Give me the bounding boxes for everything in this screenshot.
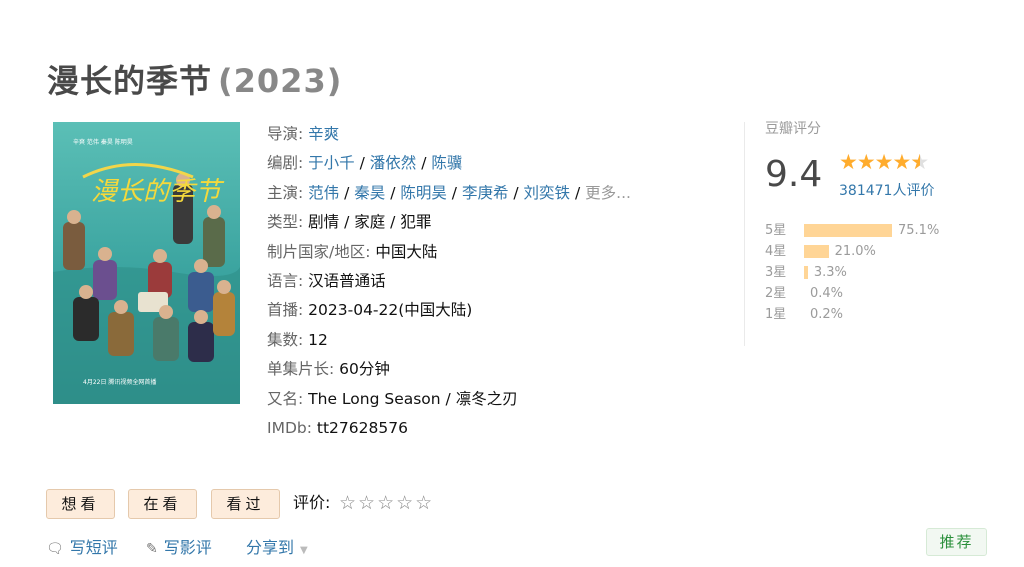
- imdb-value: tt27628576: [316, 418, 408, 437]
- imdb-label: IMDb:: [267, 418, 312, 437]
- movie-year: (2023): [218, 62, 343, 100]
- director-link[interactable]: 辛爽: [308, 125, 339, 143]
- writer-label: 编剧: [267, 154, 299, 173]
- write-short-review-label: 写短评: [69, 538, 118, 557]
- cast-row: 主演: 范伟 / 秦昊 / 陈明昊 / 李庚希 / 刘奕铁 / 更多...: [267, 183, 631, 202]
- star-icon: ★: [874, 150, 894, 174]
- writer-row: 编剧: 于小千 / 潘依然 / 陈骥: [267, 154, 463, 173]
- rating-distribution-label: 5星: [765, 223, 787, 238]
- movie-title: 漫长的季节: [47, 62, 213, 100]
- speech-bubble-icon: 🗨: [46, 541, 64, 557]
- rating-distribution-row: 3星 3.3%: [765, 262, 985, 283]
- writer-link[interactable]: 潘依然: [370, 154, 417, 172]
- country-row: 制片国家/地区: 中国大陆: [267, 238, 707, 267]
- country-label: 制片国家/地区:: [267, 242, 371, 261]
- cast-link[interactable]: 陈明昊: [400, 184, 447, 202]
- cast-link[interactable]: 范伟: [308, 184, 339, 202]
- poster-big-title: 漫长的季节: [91, 177, 225, 207]
- premiere-label: 首播:: [267, 301, 304, 320]
- write-review-link[interactable]: ✎ 写影评: [146, 536, 212, 561]
- country-value: 中国大陆: [375, 242, 438, 261]
- cast-link[interactable]: 秦昊: [354, 184, 385, 202]
- rating-distribution-label: 1星: [765, 307, 787, 322]
- star-icon: ★: [892, 150, 911, 174]
- rating-distribution-bar: [804, 245, 829, 258]
- premiere-value: 2023-04-22(中国大陆): [308, 301, 473, 320]
- rate-label: 评价:: [293, 493, 331, 512]
- rating-panel: 豆瓣评分 9.4 ★★★★★★ 381471人评价: [765, 118, 985, 199]
- poster-bottom-text: 4月22日 腾讯视频全网首播: [83, 378, 156, 386]
- aka-value: The Long Season / 凛冬之刃: [308, 389, 518, 408]
- rating-distribution-label: 3星: [765, 265, 787, 280]
- rating-distribution: 5星 75.1% 4星 21.0% 3星 3.3% 2星 0.4% 1星 0.2%: [765, 220, 985, 325]
- genre-value: 剧情 / 家庭 / 犯罪: [308, 213, 432, 232]
- rating-distribution-bar: [804, 266, 808, 279]
- cast-link[interactable]: 刘奕铁: [524, 184, 571, 202]
- aka-label: 又名:: [267, 389, 304, 408]
- share-label: 分享到: [246, 538, 295, 557]
- write-review-label: 写影评: [163, 538, 212, 557]
- movie-poster[interactable]: 漫长的季节 辛爽 范伟 秦昊 陈明昊 4月22日 腾讯视频全网首播: [53, 122, 240, 404]
- episodes-row: 集数: 12: [267, 326, 707, 355]
- chevron-down-icon: ▼: [300, 545, 308, 556]
- imdb-row: IMDb: tt27628576: [267, 414, 707, 443]
- rating-distribution-percent: 0.2%: [810, 307, 844, 322]
- pencil-icon: ✎: [146, 541, 158, 557]
- genre-row: 类型: 剧情 / 家庭 / 犯罪: [267, 208, 707, 237]
- cast-label: 主演: [267, 183, 299, 202]
- episodes-label: 集数:: [267, 330, 304, 349]
- cast-link[interactable]: 李庚希: [462, 184, 509, 202]
- director-row: 导演: 辛爽: [267, 125, 340, 143]
- rating-distribution-row: 2星 0.4%: [765, 283, 985, 304]
- language-row: 语言: 汉语普通话: [267, 267, 707, 296]
- cast-more-link[interactable]: 更多...: [585, 184, 631, 202]
- share-link[interactable]: 分享到 ▼: [246, 536, 308, 563]
- rating-label: 豆瓣评分: [765, 121, 821, 137]
- rating-distribution-bar: [804, 224, 892, 237]
- star-icon: ★: [839, 150, 858, 174]
- aka-row: 又名: The Long Season / 凛冬之刃: [267, 385, 707, 414]
- rating-stars: ★★★★★★: [839, 150, 929, 174]
- language-label: 语言:: [267, 271, 304, 290]
- rating-distribution-percent: 3.3%: [813, 265, 847, 280]
- runtime-label: 单集片长:: [267, 360, 335, 379]
- watched-button[interactable]: 看过: [211, 489, 280, 519]
- poster-image: 漫长的季节 辛爽 范伟 秦昊 陈明昊 4月22日 腾讯视频全网首播: [53, 122, 240, 404]
- recommend-button[interactable]: 推荐: [926, 528, 987, 556]
- watching-button[interactable]: 在看: [128, 489, 197, 519]
- divider: [744, 122, 745, 346]
- movie-info: 导演: 辛爽 编剧: 于小千 / 潘依然 / 陈骥 主演: 范伟 / 秦昊 / …: [267, 120, 707, 443]
- runtime-row: 单集片长: 60分钟: [267, 355, 707, 384]
- rating-distribution-row: 5星 75.1%: [765, 220, 985, 241]
- rating-distribution-percent: 75.1%: [898, 223, 940, 238]
- star-icon: ★: [856, 150, 876, 174]
- premiere-row: 首播: 2023-04-22(中国大陆): [267, 296, 707, 325]
- rating-distribution-label: 2星: [765, 286, 787, 301]
- rate-stars-input[interactable]: ☆☆☆☆☆: [339, 489, 434, 517]
- genre-label: 类型:: [267, 213, 304, 232]
- rating-distribution-row: 4星 21.0%: [765, 241, 985, 262]
- rating-distribution-label: 4星: [765, 244, 787, 259]
- rating-distribution-percent: 21.0%: [834, 244, 876, 259]
- rating-score: 9.4: [765, 154, 823, 195]
- writer-link[interactable]: 于小千: [308, 154, 355, 172]
- language-value: 汉语普通话: [308, 271, 386, 290]
- director-label: 导演: [267, 125, 299, 143]
- poster-credits: 辛爽 范伟 秦昊 陈明昊: [73, 138, 133, 146]
- writer-link[interactable]: 陈骥: [431, 154, 462, 172]
- rating-distribution-row: 1星 0.2%: [765, 304, 985, 325]
- want-to-watch-button[interactable]: 想看: [46, 489, 115, 519]
- runtime-value: 60分钟: [339, 360, 390, 379]
- episodes-value: 12: [308, 330, 328, 349]
- half-star-icon: ★★: [910, 150, 929, 174]
- rating-distribution-percent: 0.4%: [810, 286, 844, 301]
- page-title: 漫长的季节 (2023): [47, 56, 342, 102]
- write-short-review-link[interactable]: 🗨 写短评: [46, 536, 118, 561]
- rating-votes-link[interactable]: 381471人评价: [839, 180, 934, 200]
